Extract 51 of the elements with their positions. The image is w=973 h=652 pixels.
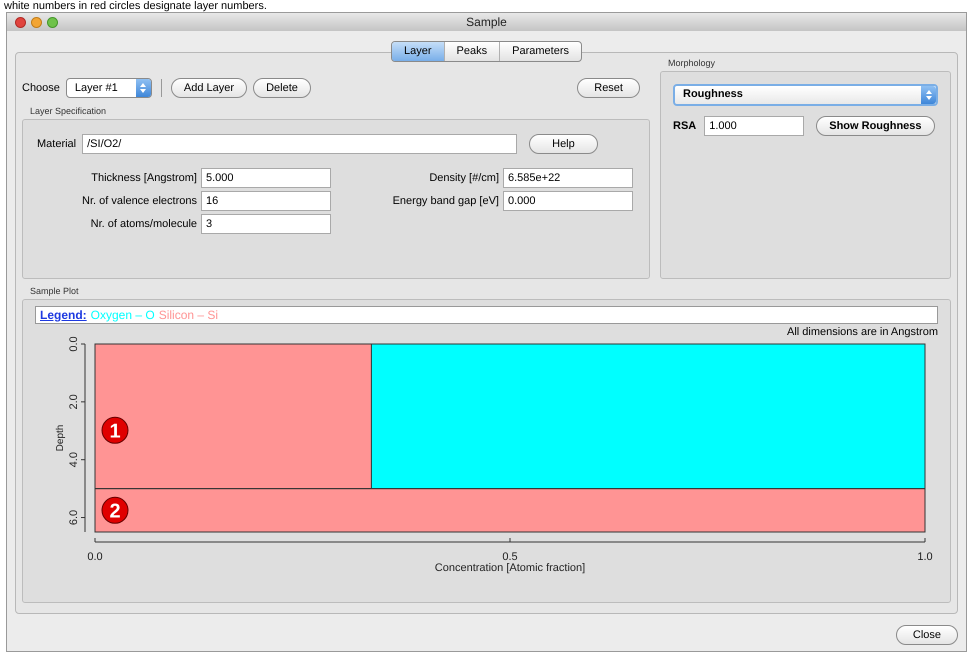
x-axis-label: Concentration [Atomic fraction]: [434, 562, 586, 574]
layer-select[interactable]: Layer #1: [66, 78, 152, 98]
field-label: Material: [37, 136, 76, 152]
x-tick-label: 0.0: [87, 551, 103, 563]
rsa-field[interactable]: 1.000: [704, 116, 804, 136]
layer-action-button[interactable]: Add Layer: [170, 78, 248, 98]
tab[interactable]: Parameters: [499, 42, 581, 61]
up-down-arrows-icon: [924, 88, 932, 100]
help-button[interactable]: Help: [529, 134, 598, 154]
field-label: Density [#/cm]: [428, 170, 499, 186]
tab[interactable]: Peaks: [444, 42, 500, 61]
field-label: Energy band gap [eV]: [392, 194, 499, 209]
value-field[interactable]: 5.000: [201, 168, 331, 188]
close-window-icon[interactable]: [15, 16, 26, 28]
material-field[interactable]: /SI/O2/: [82, 134, 518, 154]
value-field[interactable]: 3: [201, 214, 331, 234]
tab[interactable]: Layer: [392, 42, 444, 61]
y-tick-label: 6.0: [68, 510, 80, 526]
group-title: Sample Plot: [30, 285, 80, 298]
field-label: Nr. of valence electrons: [81, 194, 197, 209]
window-title: Sample: [466, 14, 507, 31]
x-tick-label: 0.5: [502, 551, 518, 563]
value-field[interactable]: 16: [201, 191, 331, 211]
y-tick-label: 1: [109, 420, 121, 442]
up-down-arrows-icon: [139, 82, 148, 94]
y-tick-label: 0.0: [68, 336, 80, 352]
value-field[interactable]: 0.000: [503, 191, 633, 211]
y-tick-label: 2: [109, 500, 121, 522]
group-title: Morphology: [668, 57, 716, 70]
layer-number-marker: 1: [102, 416, 128, 444]
legend-field: Legend: Oxygen – O Silicon – Si: [35, 306, 938, 324]
field-label: Nr. of atoms/molecule: [90, 216, 197, 232]
x-tick-label: 1.0: [917, 551, 933, 563]
close-button[interactable]: Close: [896, 624, 958, 645]
layer-action-button[interactable]: Delete: [253, 78, 311, 98]
rsa-label: RSA: [673, 118, 696, 134]
value-field[interactable]: 6.585e+22: [503, 168, 633, 188]
layer-number-marker: 2: [102, 496, 128, 524]
show-roughness-button[interactable]: Show Roughness: [816, 116, 935, 136]
zoom-window-icon[interactable]: [47, 16, 58, 28]
caption-text: white numbers in red circles designate layer numbers.: [4, 1, 267, 12]
choose-label: Choose: [22, 80, 60, 96]
field-label: Thickness [Angstrom]: [90, 170, 197, 186]
minimize-window-icon[interactable]: [31, 16, 42, 28]
group-title: Layer Specification: [30, 105, 108, 118]
y-tick-label: 2.0: [68, 394, 80, 410]
morphology-select[interactable]: Roughness: [673, 84, 938, 106]
y-tick-label: 4.0: [68, 452, 80, 468]
y-axis-label: Depth: [55, 424, 66, 452]
reset-button[interactable]: Reset: [577, 78, 640, 98]
dimensions-note: All dimensions are in Angstrom: [786, 324, 938, 340]
